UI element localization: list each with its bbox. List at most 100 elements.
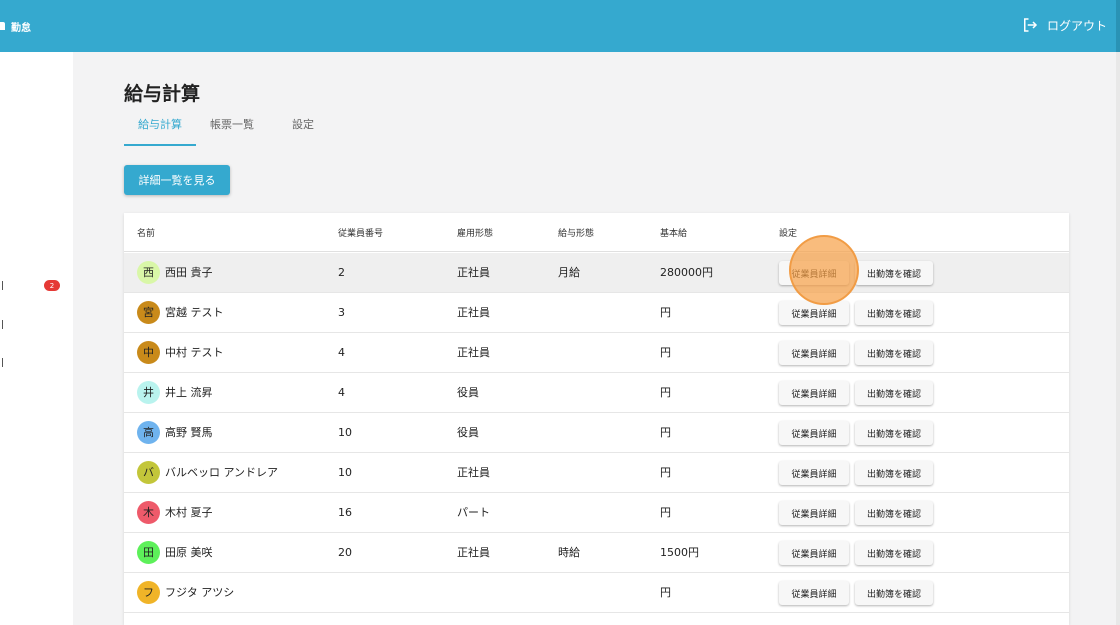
- employee-number: 10: [338, 426, 352, 439]
- avatar: 木: [137, 501, 160, 524]
- employee-detail-button[interactable]: 従業員詳細: [779, 541, 849, 565]
- tab-settings[interactable]: 設定: [278, 112, 328, 146]
- employee-detail-button[interactable]: 従業員詳細: [779, 301, 849, 325]
- employment-type: 正社員: [457, 346, 490, 359]
- employee-name: 木村 夏子: [165, 506, 213, 519]
- employee-detail-button[interactable]: 従業員詳細: [779, 421, 849, 445]
- employee-detail-button[interactable]: 従業員詳細: [779, 261, 849, 285]
- logout-label: ログアウト: [1046, 18, 1107, 33]
- table-row[interactable]: 田田原 美咲 20 正社員 時給 1500円 従業員詳細 出勤簿を確認: [124, 533, 1069, 573]
- sidebar: 2: [0, 52, 73, 625]
- employee-name: 田原 美咲: [165, 546, 213, 559]
- base-pay: 1500円: [660, 546, 699, 559]
- avatar: 西: [137, 261, 160, 284]
- base-pay: 円: [660, 426, 671, 439]
- pay-type: 時給: [558, 546, 580, 559]
- page-title: 給与計算: [124, 83, 201, 105]
- avatar: 中: [137, 341, 160, 364]
- logout-button[interactable]: ログアウト: [1021, 14, 1107, 36]
- table-row[interactable]: フフジタ アツシ 円 従業員詳細 出勤簿を確認: [124, 573, 1069, 613]
- column-header-number: 従業員番号: [338, 229, 384, 239]
- employee-detail-button[interactable]: 従業員詳細: [779, 501, 849, 525]
- column-header-base-pay: 基本給: [660, 229, 688, 239]
- topbar-edge: [1116, 0, 1120, 52]
- attendance-button[interactable]: 出勤簿を確認: [855, 261, 933, 285]
- attendance-button[interactable]: 出勤簿を確認: [855, 381, 933, 405]
- attendance-button[interactable]: 出勤簿を確認: [855, 301, 933, 325]
- pay-type: 月給: [558, 266, 580, 279]
- employee-name: 井上 流昇: [165, 386, 213, 399]
- employment-type: 正社員: [457, 306, 490, 319]
- employee-table: 名前 従業員番号 雇用形態 給与形態 基本給 設定 西西田 貴子 2 正社員 月給 28…: [124, 213, 1069, 625]
- base-pay: 円: [660, 346, 671, 359]
- avatar: 井: [137, 381, 160, 404]
- avatar: フ: [137, 581, 160, 604]
- avatar: 宮: [137, 301, 160, 324]
- employee-number: 3: [338, 306, 345, 319]
- employee-number: 4: [338, 346, 345, 359]
- sidebar-item-fragment[interactable]: [0, 358, 3, 367]
- table-row[interactable]: 宮宮越 テスト 3 正社員 円 従業員詳細 出勤簿を確認: [124, 293, 1069, 333]
- employee-number: 2: [338, 266, 345, 279]
- scroll-edge: [1116, 52, 1120, 625]
- view-details-button[interactable]: 詳細一覧を見る: [124, 165, 230, 195]
- employment-type: 役員: [457, 386, 479, 399]
- employee-name: 高野 賢馬: [165, 426, 213, 439]
- column-header-settings: 設定: [779, 229, 798, 239]
- base-pay: 280000円: [660, 266, 713, 279]
- column-header-employment: 雇用形態: [457, 229, 494, 239]
- column-header-pay-type: 給与形態: [558, 229, 595, 239]
- tab-payroll[interactable]: 給与計算: [124, 112, 196, 146]
- attendance-button[interactable]: 出勤簿を確認: [855, 581, 933, 605]
- employee-name: 西田 貴子: [165, 266, 213, 279]
- employee-detail-button[interactable]: 従業員詳細: [779, 581, 849, 605]
- home-icon: [0, 22, 5, 30]
- base-pay: 円: [660, 506, 671, 519]
- tab-reports[interactable]: 帳票一覧: [196, 112, 268, 146]
- column-header-name: 名前: [137, 229, 156, 239]
- base-pay: 円: [660, 586, 671, 599]
- employee-number: 10: [338, 466, 352, 479]
- attendance-button[interactable]: 出勤簿を確認: [855, 541, 933, 565]
- logout-icon: [1023, 18, 1038, 32]
- tab-bar: 給与計算 帳票一覧 設定: [124, 112, 328, 146]
- attendance-button[interactable]: 出勤簿を確認: [855, 461, 933, 485]
- table-row[interactable]: 高高野 賢馬 10 役員 円 従業員詳細 出勤簿を確認: [124, 413, 1069, 453]
- sidebar-item-fragment[interactable]: [0, 281, 3, 290]
- employee-name: フジタ アツシ: [165, 586, 235, 599]
- attendance-button[interactable]: 出勤簿を確認: [855, 421, 933, 445]
- employee-detail-button[interactable]: 従業員詳細: [779, 341, 849, 365]
- table-header: 名前 従業員番号 雇用形態 給与形態 基本給 設定: [124, 213, 1069, 252]
- base-pay: 円: [660, 466, 671, 479]
- notification-badge: 2: [44, 280, 60, 291]
- app-brand[interactable]: 勤怠: [0, 18, 31, 34]
- attendance-button[interactable]: 出勤簿を確認: [855, 501, 933, 525]
- base-pay: 円: [660, 306, 671, 319]
- employee-detail-button[interactable]: 従業員詳細: [779, 461, 849, 485]
- table-row[interactable]: 井井上 流昇 4 役員 円 従業員詳細 出勤簿を確認: [124, 373, 1069, 413]
- employment-type: 正社員: [457, 266, 490, 279]
- employee-number: 20: [338, 546, 352, 559]
- top-app-bar: 勤怠 ログアウト: [0, 0, 1120, 52]
- table-row[interactable]: 木木村 夏子 16 パート 円 従業員詳細 出勤簿を確認: [124, 493, 1069, 533]
- employee-name: 宮越 テスト: [165, 306, 224, 319]
- avatar: バ: [137, 461, 160, 484]
- employee-name: バルベッロ アンドレア: [165, 466, 279, 479]
- avatar: 高: [137, 421, 160, 444]
- employee-number: 16: [338, 506, 352, 519]
- employment-type: パート: [457, 506, 490, 519]
- avatar: 田: [137, 541, 160, 564]
- base-pay: 円: [660, 386, 671, 399]
- table-row[interactable]: 中中村 テスト 4 正社員 円 従業員詳細 出勤簿を確認: [124, 333, 1069, 373]
- employee-name: 中村 テスト: [165, 346, 224, 359]
- table-row[interactable]: 西西田 貴子 2 正社員 月給 280000円 従業員詳細 出勤簿を確認: [124, 253, 1069, 293]
- employment-type: 役員: [457, 426, 479, 439]
- employment-type: 正社員: [457, 546, 490, 559]
- attendance-button[interactable]: 出勤簿を確認: [855, 341, 933, 365]
- table-row[interactable]: ババルベッロ アンドレア 10 正社員 円 従業員詳細 出勤簿を確認: [124, 453, 1069, 493]
- employment-type: 正社員: [457, 466, 490, 479]
- employee-number: 4: [338, 386, 345, 399]
- sidebar-item-fragment[interactable]: [0, 320, 3, 329]
- brand-label: 勤怠: [11, 22, 31, 34]
- employee-detail-button[interactable]: 従業員詳細: [779, 381, 849, 405]
